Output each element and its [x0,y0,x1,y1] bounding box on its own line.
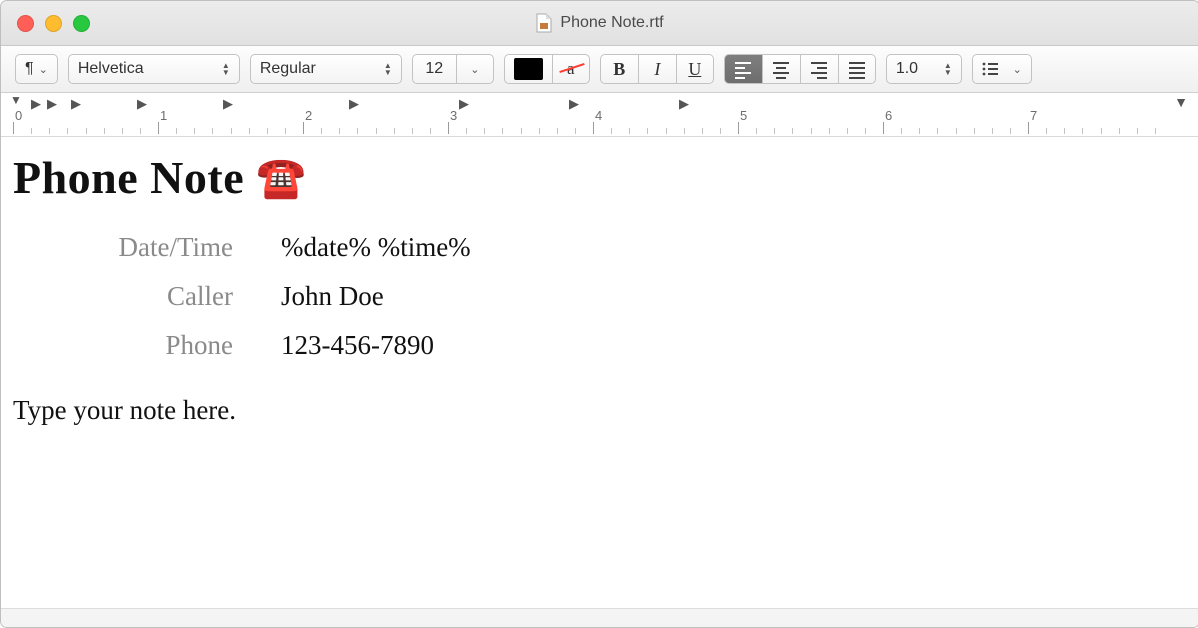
field-value: 123-456-7890 [281,330,434,361]
font-size-group: 12 ⌄ [412,54,494,84]
align-justify-icon [849,62,865,76]
close-window-button[interactable] [17,15,34,32]
color-swatch [514,58,543,80]
chevron-down-icon: ⌄ [39,63,48,76]
document-area[interactable]: Phone Note ☎️ Date/Time%date% %time%Call… [1,137,1198,608]
field-value: %date% %time% [281,232,471,263]
bold-button[interactable]: B [600,54,638,84]
note-body-text: Type your note here. [13,395,1187,426]
titlebar: Phone Note.rtf [1,1,1198,46]
ruler-label: 6 [885,108,892,123]
line-spacing-dropdown[interactable]: 1.0 ▲▼ [886,54,962,84]
status-bar [1,608,1198,627]
ruler-label: 3 [450,108,457,123]
tab-stop-marker[interactable]: ▶ [71,96,81,112]
field-label: Phone [43,330,281,361]
tab-stop-marker[interactable]: ▶ [47,96,57,112]
stepper-icon: ▲▼ [384,62,392,76]
document-title-text: Phone Note [13,152,244,203]
phone-icon: ☎️ [256,155,306,200]
underline-button[interactable]: U [676,54,714,84]
field-row: Phone123-456-7890 [43,330,1187,361]
toolbar: ¶ ⌄ Helvetica ▲▼ Regular ▲▼ 12 ⌄ a [1,46,1198,93]
align-right-button[interactable] [800,54,838,84]
align-left-icon [735,62,751,76]
tab-stop-marker[interactable]: ▶ [569,96,579,112]
tab-stop-marker[interactable]: ▶ [223,96,233,112]
zoom-window-button[interactable] [73,15,90,32]
window-controls [1,15,90,32]
field-row: Date/Time%date% %time% [43,232,1187,263]
right-margin-marker[interactable]: ▼ [1174,94,1188,110]
strikethrough-icon: a [562,59,580,79]
font-style-dropdown[interactable]: Regular ▲▼ [250,54,402,84]
strikethrough-button[interactable]: a [552,54,590,84]
line-spacing-value: 1.0 [896,60,918,78]
list-style-dropdown[interactable]: ⌄ [972,54,1032,84]
align-justify-button[interactable] [838,54,876,84]
tab-stop-marker[interactable]: ▶ [459,96,469,112]
tab-stop-marker[interactable]: ▶ [679,96,689,112]
color-group: a [504,54,590,84]
alignment-group [724,54,876,84]
field-row: CallerJohn Doe [43,281,1187,312]
paragraph-symbol: ¶ [25,60,34,78]
chevron-down-icon: ⌄ [1013,63,1022,76]
field-list: Date/Time%date% %time%CallerJohn DoePhon… [43,232,1187,361]
ruler-label: 4 [595,108,602,123]
align-right-icon [811,62,827,76]
ruler-label: 5 [740,108,747,123]
font-family-label: Helvetica [78,60,144,78]
font-style-label: Regular [260,60,316,78]
align-left-button[interactable] [724,54,762,84]
font-size-value: 12 [425,60,443,78]
window: Phone Note.rtf ¶ ⌄ Helvetica ▲▼ Regular … [0,0,1198,628]
align-center-button[interactable] [762,54,800,84]
italic-button[interactable]: I [638,54,676,84]
tab-stop-marker[interactable]: ▶ [349,96,359,112]
chevron-down-icon: ⌄ [470,63,479,76]
field-value: John Doe [281,281,384,312]
align-center-icon [773,62,789,76]
ruler-label: 0 [15,108,22,123]
text-color-button[interactable] [504,54,552,84]
ruler-label: 2 [305,108,312,123]
stepper-icon: ▲▼ [944,62,952,76]
tab-stop-marker[interactable]: ▶ [31,96,41,112]
tab-stop-marker[interactable]: ▶ [137,96,147,112]
font-size-field[interactable]: 12 [412,54,456,84]
stepper-icon: ▲▼ [222,62,230,76]
ruler[interactable]: ▼ ▼ 0 1 2 3 4 5 6 7 ▶ ▶ ▶ ▶ ▶ ▶ ▶ ▶ ▶ [1,93,1198,137]
minimize-window-button[interactable] [45,15,62,32]
font-size-dropdown[interactable]: ⌄ [456,54,494,84]
paragraph-style-dropdown[interactable]: ¶ ⌄ [15,54,58,84]
font-family-dropdown[interactable]: Helvetica ▲▼ [68,54,240,84]
window-title-text: Phone Note.rtf [560,14,663,32]
text-style-group: B I U [600,54,714,84]
window-title: Phone Note.rtf [1,13,1198,33]
document-title: Phone Note ☎️ [13,151,1187,204]
list-icon [982,62,998,76]
document-icon [536,13,552,33]
ruler-label: 7 [1030,108,1037,123]
first-line-indent-marker[interactable]: ▼ [10,93,22,107]
field-label: Caller [43,281,281,312]
field-label: Date/Time [43,232,281,263]
ruler-label: 1 [160,108,167,123]
